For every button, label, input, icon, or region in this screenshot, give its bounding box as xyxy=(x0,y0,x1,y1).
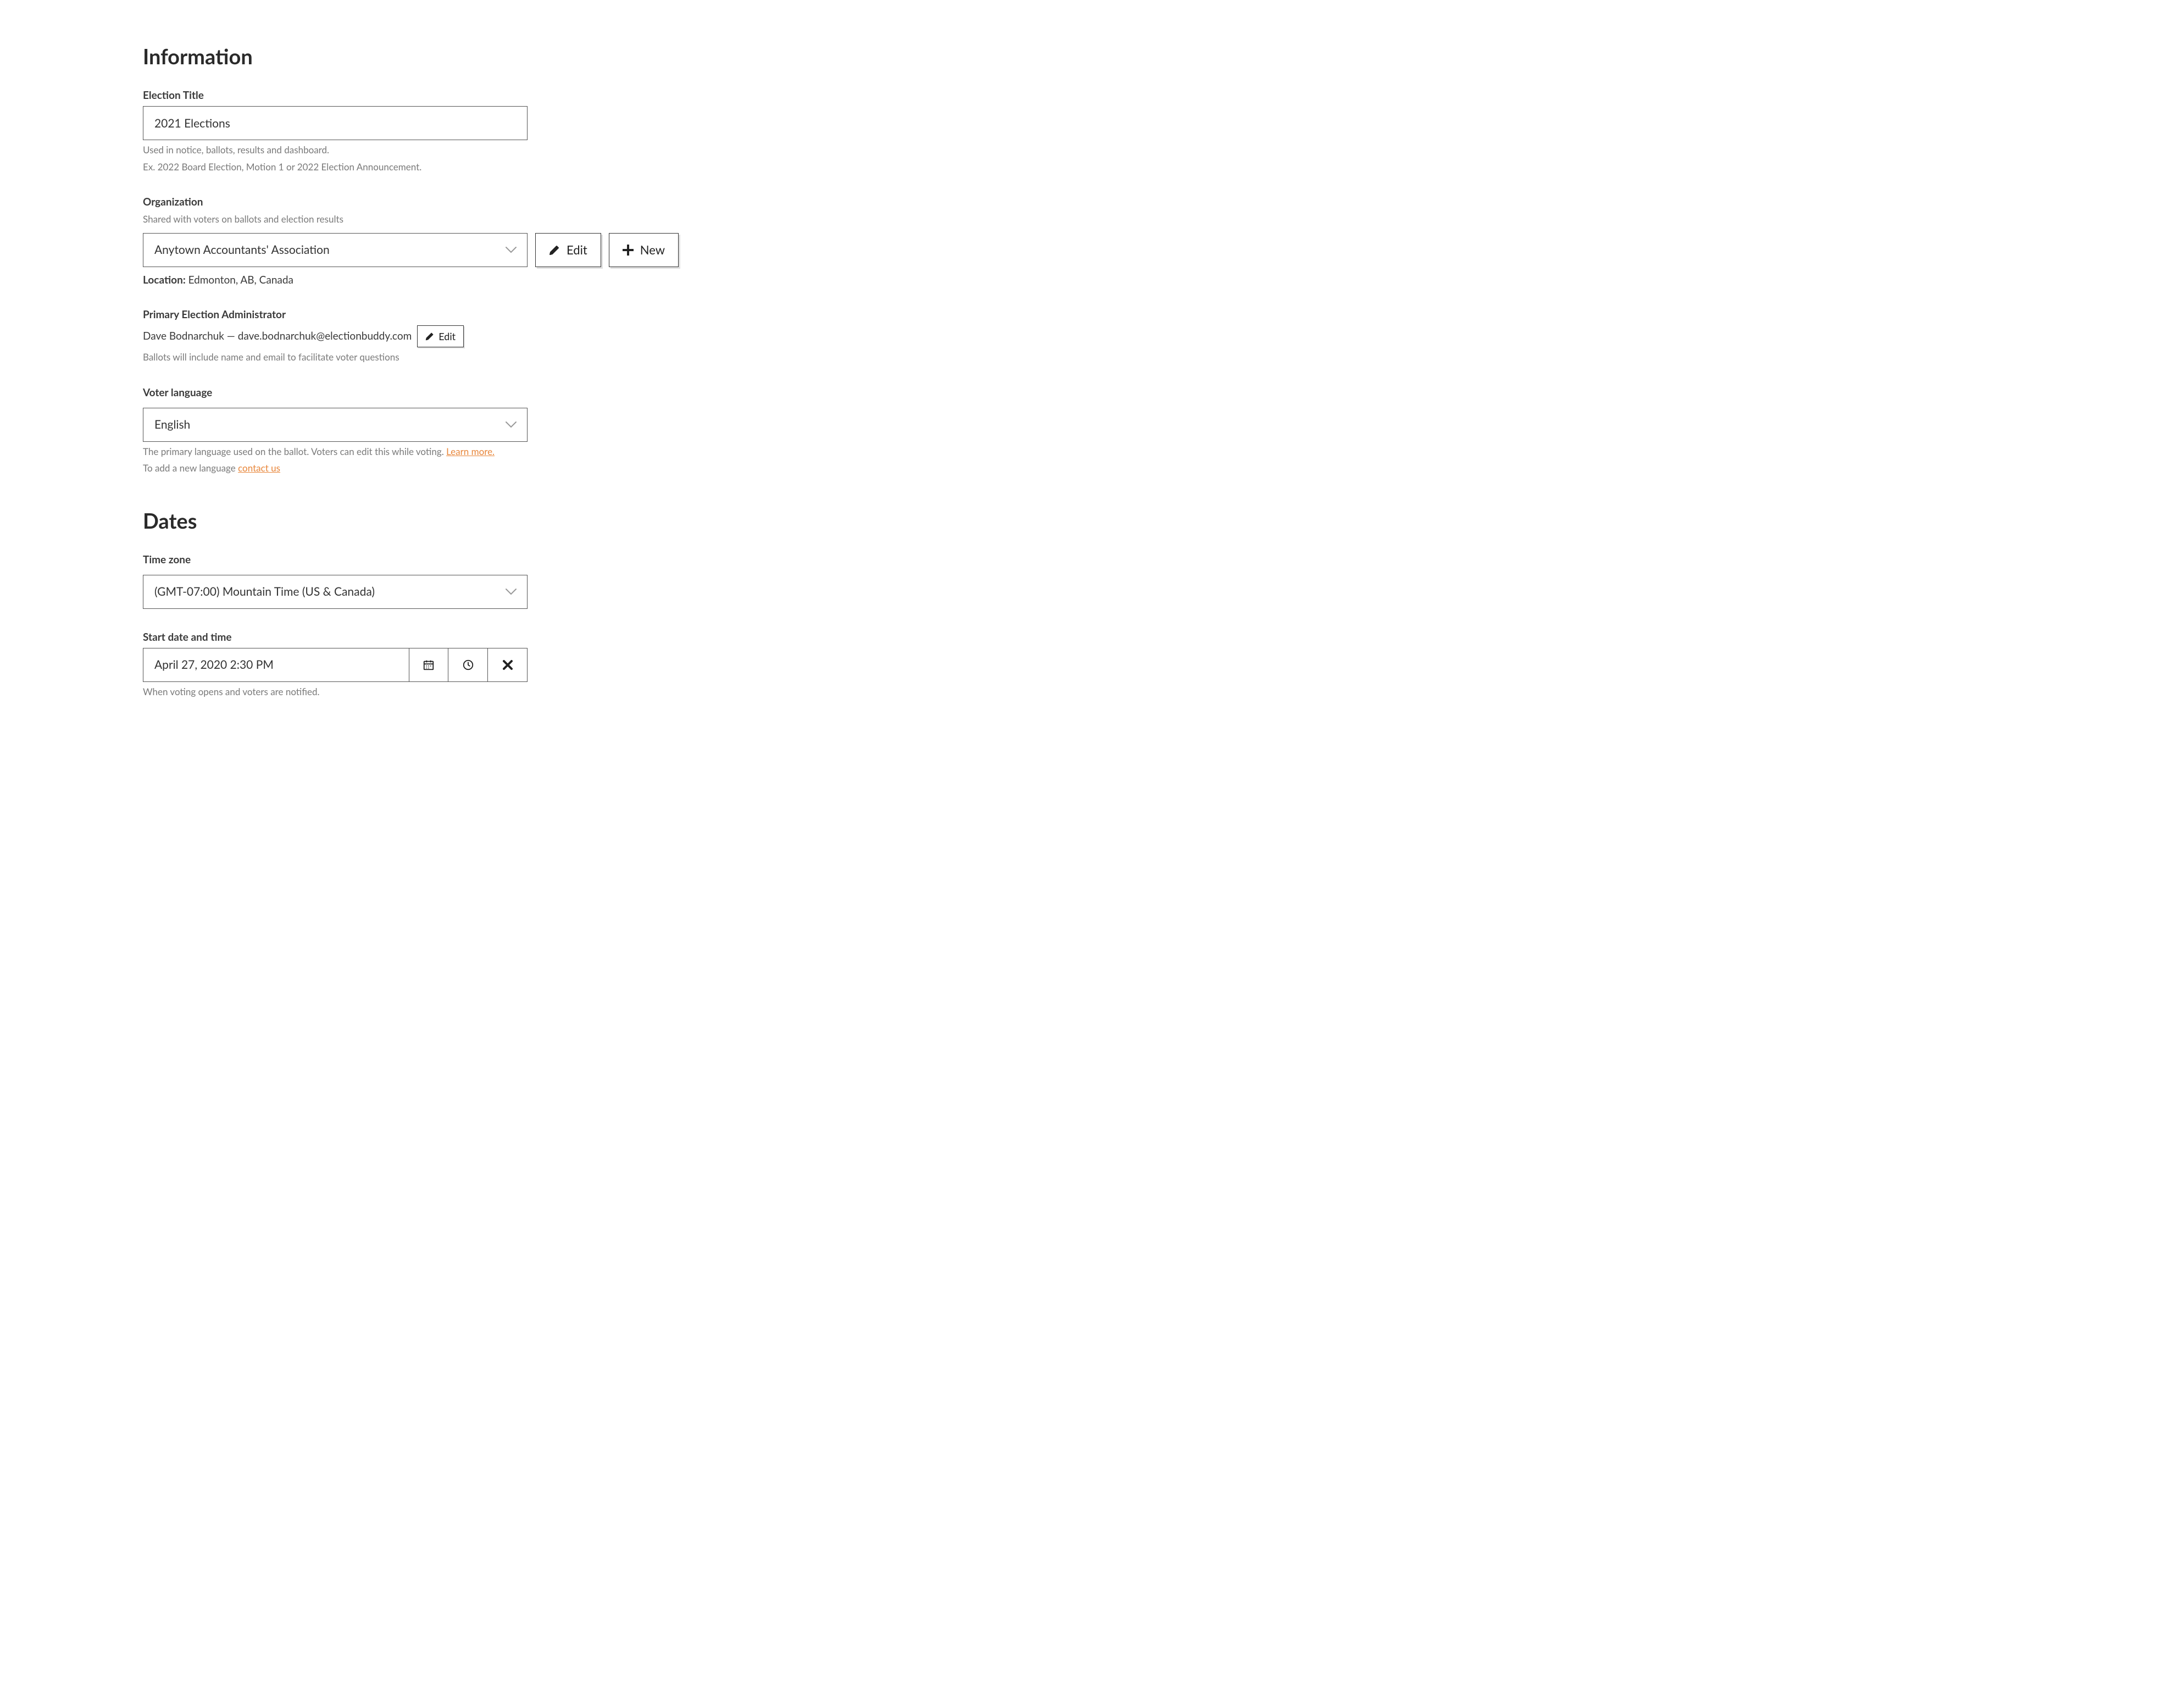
contact-us-link[interactable]: contact us xyxy=(238,462,280,474)
start-date-input[interactable] xyxy=(143,648,409,682)
organization-sub: Shared with voters on ballots and electi… xyxy=(143,213,2033,226)
location-value: Edmonton, AB, Canada xyxy=(188,274,293,286)
field-election-title: Election Title Used in notice, ballots, … xyxy=(143,89,2033,174)
timezone-select[interactable]: (GMT-07:00) Mountain Time (US & Canada) xyxy=(143,575,528,609)
calendar-icon xyxy=(423,659,435,671)
organization-edit-button[interactable]: Edit xyxy=(535,233,601,267)
field-admin: Primary Election Administrator Dave Bodn… xyxy=(143,308,2033,364)
field-start-date: Start date and time When voting opens an… xyxy=(143,631,2033,699)
organization-edit-label: Edit xyxy=(567,242,587,257)
learn-more-link[interactable]: Learn more. xyxy=(446,446,495,457)
time-picker-button[interactable] xyxy=(448,648,488,682)
election-title-help-1: Used in notice, ballots, results and das… xyxy=(143,143,2033,157)
admin-edit-label: Edit xyxy=(438,330,456,342)
organization-new-button[interactable]: New xyxy=(609,233,679,267)
language-help-1: The primary language used on the ballot.… xyxy=(143,445,2033,459)
election-title-label: Election Title xyxy=(143,89,2033,102)
pencil-icon xyxy=(425,332,434,341)
clock-icon xyxy=(462,659,474,671)
close-icon xyxy=(502,659,513,670)
date-picker-button[interactable] xyxy=(409,648,448,682)
section-heading-dates: Dates xyxy=(143,508,2033,534)
field-language: Voter language English The primary langu… xyxy=(143,386,2033,475)
field-organization: Organization Shared with voters on ballo… xyxy=(143,196,2033,286)
admin-label: Primary Election Administrator xyxy=(143,308,2033,321)
language-label: Voter language xyxy=(143,386,2033,399)
start-date-label: Start date and time xyxy=(143,631,2033,644)
organization-label: Organization xyxy=(143,196,2033,208)
start-date-help: When voting opens and voters are notifie… xyxy=(143,685,2033,699)
timezone-label: Time zone xyxy=(143,553,2033,566)
clear-date-button[interactable] xyxy=(488,648,528,682)
organization-new-label: New xyxy=(640,242,665,257)
plus-icon xyxy=(623,245,634,256)
section-heading-information: Information xyxy=(143,44,2033,69)
field-timezone: Time zone (GMT-07:00) Mountain Time (US … xyxy=(143,553,2033,609)
admin-help: Ballots will include name and email to f… xyxy=(143,351,2033,364)
organization-select[interactable]: Anytown Accountants' Association xyxy=(143,233,528,267)
organization-location: Location: Edmonton, AB, Canada xyxy=(143,274,2033,286)
election-title-help-2: Ex. 2022 Board Election, Motion 1 or 202… xyxy=(143,160,2033,174)
pencil-icon xyxy=(549,245,560,256)
location-label: Location: xyxy=(143,274,186,286)
election-title-input[interactable] xyxy=(143,106,528,140)
admin-edit-button[interactable]: Edit xyxy=(417,325,464,347)
language-select[interactable]: English xyxy=(143,408,528,442)
language-help-2: To add a new language contact us xyxy=(143,462,2033,475)
admin-value: Dave Bodnarchuk — dave.bodnarchuk@electi… xyxy=(143,330,412,342)
